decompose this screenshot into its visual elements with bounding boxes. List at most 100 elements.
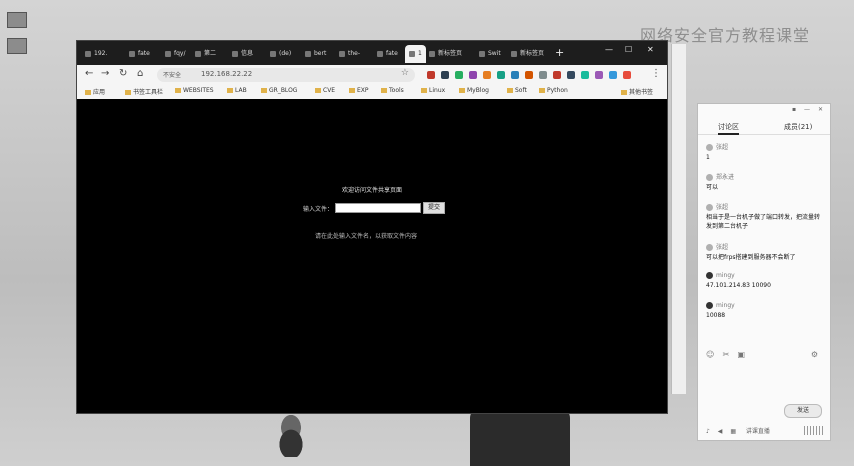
chat-message: mingy 10088: [706, 302, 824, 320]
bookmark-label: LAB: [235, 87, 247, 94]
bookmark-star-icon[interactable]: ☆: [401, 68, 409, 78]
chat-message: 张超 相当于是一台机子做了端口转发，把流量转发到第二台机子: [706, 202, 824, 231]
bookmark-item[interactable]: WEBSITES: [175, 87, 214, 94]
extension-icon[interactable]: [455, 71, 463, 79]
bookmark-item[interactable]: Linux: [421, 87, 445, 94]
browser-tab[interactable]: fate: [377, 45, 398, 63]
folder-icon: [539, 88, 545, 93]
browser-tab-active[interactable]: 1: [405, 45, 426, 63]
browser-tab[interactable]: 新标签页: [429, 45, 462, 63]
decorative-figure: [470, 408, 570, 466]
message-author: mingy: [706, 302, 824, 309]
browser-tab[interactable]: 192.: [85, 45, 107, 63]
bookmark-item[interactable]: Soft: [507, 87, 527, 94]
browser-tab[interactable]: 信息: [232, 45, 253, 63]
new-tab-button[interactable]: +: [555, 46, 564, 59]
browser-tab[interactable]: fqy/: [165, 45, 186, 63]
extension-icon[interactable]: [441, 71, 449, 79]
extension-icon[interactable]: [553, 71, 561, 79]
tab-favicon-icon: [165, 50, 171, 57]
message-author: mingy: [706, 272, 824, 279]
browser-tab[interactable]: 第二: [195, 45, 216, 63]
extension-icon[interactable]: [497, 71, 505, 79]
message-author: 张超: [706, 242, 824, 251]
close-window-button[interactable]: ✕: [647, 45, 654, 54]
message-text: 相当于是一台机子做了端口转发，把流量转发到第二台机子: [706, 214, 821, 230]
pin-icon[interactable]: ▪: [792, 106, 796, 113]
tab-members[interactable]: 成员(21): [784, 122, 812, 132]
browser-tab[interactable]: (de): [270, 45, 291, 63]
bookmark-item[interactable]: Python: [539, 87, 568, 94]
not-secure-label: 不安全: [163, 72, 182, 79]
maximize-button[interactable]: ☐: [625, 45, 632, 54]
minimize-button[interactable]: —: [605, 45, 613, 54]
author-name: 张超: [716, 244, 729, 251]
desktop-icon[interactable]: [2, 38, 32, 64]
browser-tab[interactable]: 新标签页: [511, 45, 544, 63]
extension-icon[interactable]: [525, 71, 533, 79]
extension-icon[interactable]: [511, 71, 519, 79]
url-text: 192.168.22.22: [201, 70, 253, 78]
browser-tab[interactable]: Swit: [479, 45, 501, 63]
back-icon[interactable]: ←: [85, 68, 93, 79]
browser-tab[interactable]: bert: [305, 45, 326, 63]
extension-icon[interactable]: [427, 71, 435, 79]
send-button[interactable]: 发送: [784, 404, 822, 418]
tab-favicon-icon: [339, 50, 345, 57]
image-icon[interactable]: ▣: [738, 350, 746, 359]
speaker-icon[interactable]: ◀: [718, 428, 723, 435]
tab-favicon-icon: [270, 50, 276, 57]
bookmark-label: 其他书签: [629, 89, 654, 96]
bookmark-item[interactable]: LAB: [227, 87, 247, 94]
author-name: mingy: [716, 272, 735, 279]
bookmark-item[interactable]: 书签工具栏: [125, 87, 163, 96]
extension-icon[interactable]: [623, 71, 631, 79]
scissors-icon[interactable]: ✂: [723, 350, 730, 359]
desktop-icon[interactable]: [2, 12, 32, 38]
extension-icon[interactable]: [539, 71, 547, 79]
settings-icon[interactable]: ⚙: [811, 350, 818, 359]
address-bar[interactable]: 不安全 192.168.22.22 ☆: [157, 68, 415, 82]
tab-favicon-icon: [409, 50, 415, 57]
tab-label: (de): [279, 50, 292, 57]
bookmark-item[interactable]: Tools: [381, 87, 404, 94]
forward-icon[interactable]: →: [101, 68, 109, 79]
extension-icon[interactable]: [609, 71, 617, 79]
extension-icon[interactable]: [483, 71, 491, 79]
bookmark-item[interactable]: CVE: [315, 87, 335, 94]
extension-icon[interactable]: [469, 71, 477, 79]
bookmark-label: EXP: [357, 87, 369, 94]
reload-icon[interactable]: ↻: [119, 68, 127, 79]
menu-kebab-icon[interactable]: ⋮: [651, 68, 661, 79]
extension-icon[interactable]: [567, 71, 575, 79]
extension-icon[interactable]: [581, 71, 589, 79]
page-hint: 请在此处输入文件名，以获取文件内容: [315, 233, 418, 240]
bookmark-other[interactable]: 其他书签: [621, 87, 653, 96]
chat-panel: ▪ — ✕ 讨论区 成员(21) 张超 1 郑永进 可以 张超 相当于是一台机子…: [697, 103, 831, 441]
browser-tab[interactable]: fate: [129, 45, 150, 63]
folder-icon: [381, 88, 387, 93]
author-name: 郑永进: [716, 174, 735, 181]
tab-favicon-icon: [377, 50, 383, 57]
more-icon[interactable]: ▦: [730, 428, 736, 435]
submit-button[interactable]: 提交: [423, 202, 445, 214]
bookmark-item[interactable]: GR_BLOG: [261, 87, 297, 94]
close-icon[interactable]: ✕: [818, 106, 823, 113]
bookmark-label: Soft: [515, 87, 527, 94]
minimize-icon[interactable]: —: [804, 106, 810, 113]
bookmark-label: GR_BLOG: [269, 87, 298, 94]
browser-tab[interactable]: the-: [339, 45, 360, 63]
tab-favicon-icon: [429, 50, 435, 57]
bookmark-apps[interactable]: 应用: [85, 87, 105, 96]
mic-icon[interactable]: ♪: [706, 428, 710, 435]
file-input[interactable]: [335, 203, 421, 213]
extension-icon[interactable]: [595, 71, 603, 79]
tab-discussion[interactable]: 讨论区: [718, 122, 739, 135]
bookmark-item[interactable]: MyBlog: [459, 87, 489, 94]
home-icon[interactable]: ⌂: [137, 68, 143, 79]
bookmark-item[interactable]: EXP: [349, 87, 369, 94]
message-text: 47.101.214.83 10090: [706, 282, 771, 289]
decorative-figure: [268, 415, 314, 457]
emoji-icon[interactable]: ☺: [706, 350, 714, 359]
chat-titlebar: ▪ — ✕: [698, 104, 830, 116]
